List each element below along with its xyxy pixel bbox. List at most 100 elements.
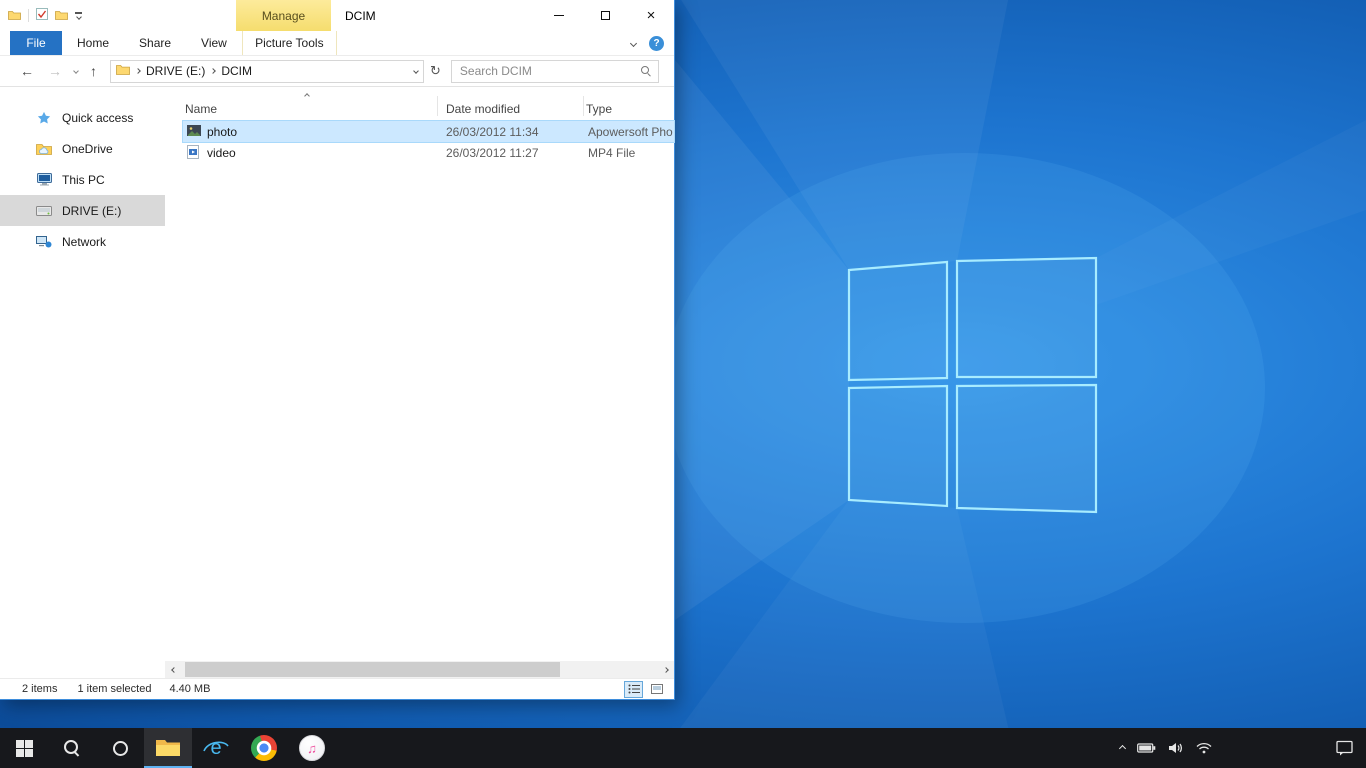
breadcrumb-chevron-icon[interactable]: [135, 68, 141, 74]
minimize-button[interactable]: [536, 0, 582, 31]
navigation-bar: ← → ↑ DRIVE (E:) DCIM ↻: [0, 56, 674, 87]
chrome-icon: [251, 735, 277, 761]
tray-expand-icon[interactable]: [1120, 728, 1125, 768]
minimize-icon: [554, 15, 564, 16]
forward-button[interactable]: →: [48, 64, 62, 78]
screen: Manage DCIM × File Home Share View Pictu…: [0, 0, 1366, 768]
wifi-icon[interactable]: [1196, 728, 1212, 768]
up-button[interactable]: ↑: [90, 64, 97, 78]
file-date: 26/03/2012 11:34: [446, 125, 539, 139]
tab-view[interactable]: View: [186, 31, 242, 55]
cortana-icon: [113, 741, 128, 756]
tab-picture-tools[interactable]: Picture Tools: [242, 31, 337, 55]
star-icon: [36, 111, 52, 125]
ribbon-tab-row: File Home Share View Picture Tools ?: [0, 31, 674, 56]
file-row-video[interactable]: video 26/03/2012 11:27 MP4 File: [183, 142, 674, 163]
sidebar-item-label: This PC: [62, 173, 105, 187]
recent-locations-chevron-icon[interactable]: [74, 69, 78, 73]
chrome-taskbar-button[interactable]: [240, 728, 288, 768]
file-list-area: Name Date modified Type photo 26/03/2012…: [165, 88, 674, 678]
folder-icon[interactable]: [8, 9, 21, 23]
column-divider[interactable]: [437, 96, 438, 116]
explorer-window: Manage DCIM × File Home Share View Pictu…: [0, 0, 675, 700]
sidebar-item-this-pc[interactable]: This PC: [0, 164, 165, 195]
search-icon[interactable]: [640, 65, 652, 77]
details-view-icon: [628, 684, 640, 694]
action-center-icon[interactable]: [1336, 728, 1354, 768]
scroll-left-icon[interactable]: [165, 661, 182, 678]
breadcrumb-drive[interactable]: DRIVE (E:): [146, 64, 205, 78]
quick-access-toolbar: [8, 8, 82, 23]
refresh-icon[interactable]: ↻: [430, 63, 441, 79]
maximize-icon: [601, 11, 610, 20]
file-row-photo[interactable]: photo 26/03/2012 11:34 Apowersoft Pho: [183, 121, 674, 142]
itunes-icon: ♫: [299, 735, 325, 761]
volume-icon[interactable]: [1168, 728, 1184, 768]
properties-icon[interactable]: [36, 8, 48, 23]
ribbon-right-controls: ?: [631, 31, 674, 55]
file-rows: photo 26/03/2012 11:34 Apowersoft Pho vi…: [165, 121, 674, 163]
toolbar-divider: [28, 9, 29, 22]
address-dropdown-chevron-icon[interactable]: [413, 68, 419, 74]
onedrive-cloud-folder-icon: [36, 143, 52, 155]
tab-file[interactable]: File: [10, 31, 62, 55]
address-folder-icon: [116, 64, 130, 78]
close-icon: ×: [647, 8, 656, 23]
itunes-taskbar-button[interactable]: ♫: [288, 728, 336, 768]
help-icon[interactable]: ?: [649, 36, 664, 51]
sidebar-item-quick-access[interactable]: Quick access: [0, 102, 165, 133]
column-headers: Name Date modified Type: [165, 92, 674, 114]
file-type: Apowersoft Pho: [588, 125, 674, 139]
new-folder-icon[interactable]: [55, 9, 68, 23]
file-name: photo: [207, 125, 237, 139]
scroll-right-icon[interactable]: [657, 661, 674, 678]
column-header-date-modified[interactable]: Date modified: [446, 102, 520, 116]
cortana-button[interactable]: [96, 728, 144, 768]
search-box: [451, 60, 659, 83]
view-toggles: [624, 681, 666, 698]
manage-tab-group[interactable]: Manage: [236, 0, 331, 31]
column-divider[interactable]: [583, 96, 584, 116]
customize-quick-access-chevron-icon[interactable]: [75, 12, 82, 19]
tab-home[interactable]: Home: [62, 31, 124, 55]
file-name: video: [207, 146, 236, 160]
video-file-icon: [187, 145, 199, 162]
horizontal-scrollbar[interactable]: [165, 661, 674, 678]
tab-share[interactable]: Share: [124, 31, 186, 55]
expand-ribbon-chevron-icon[interactable]: [630, 39, 637, 46]
window-title: DCIM: [345, 9, 376, 23]
address-bar[interactable]: DRIVE (E:) DCIM: [110, 60, 424, 83]
sidebar-item-label: Network: [62, 235, 106, 249]
column-header-type[interactable]: Type: [586, 102, 612, 116]
search-input[interactable]: [458, 63, 640, 79]
file-explorer-taskbar-button[interactable]: [144, 728, 192, 768]
details-view-button[interactable]: [624, 681, 643, 698]
battery-icon[interactable]: [1137, 728, 1156, 768]
search-icon: [63, 739, 81, 757]
sidebar-item-onedrive[interactable]: OneDrive: [0, 133, 165, 164]
file-date: 26/03/2012 11:27: [446, 146, 539, 160]
file-explorer-icon: [155, 737, 181, 758]
large-icons-view-button[interactable]: [647, 681, 666, 698]
breadcrumb-folder[interactable]: DCIM: [221, 64, 252, 78]
taskbar: e ♫: [0, 728, 1366, 768]
sidebar-item-label: DRIVE (E:): [62, 204, 121, 218]
network-icon: [36, 236, 52, 248]
maximize-button[interactable]: [582, 0, 628, 31]
sidebar-item-drive-e[interactable]: DRIVE (E:): [0, 195, 165, 226]
taskbar-search-button[interactable]: [48, 728, 96, 768]
selected-count: 1 item selected: [77, 683, 151, 695]
close-button[interactable]: ×: [628, 0, 674, 31]
column-header-name[interactable]: Name: [185, 102, 217, 116]
sidebar-item-network[interactable]: Network: [0, 226, 165, 257]
internet-explorer-taskbar-button[interactable]: e: [192, 728, 240, 768]
photo-file-icon: [187, 125, 201, 139]
system-tray: [1120, 728, 1366, 768]
start-button[interactable]: [0, 728, 48, 768]
scrollbar-thumb[interactable]: [185, 662, 560, 677]
back-button[interactable]: ←: [20, 64, 34, 78]
breadcrumb-chevron-icon[interactable]: [211, 68, 217, 74]
titlebar: Manage DCIM ×: [0, 0, 674, 31]
items-count: 2 items: [22, 683, 57, 695]
file-type: MP4 File: [588, 146, 674, 160]
